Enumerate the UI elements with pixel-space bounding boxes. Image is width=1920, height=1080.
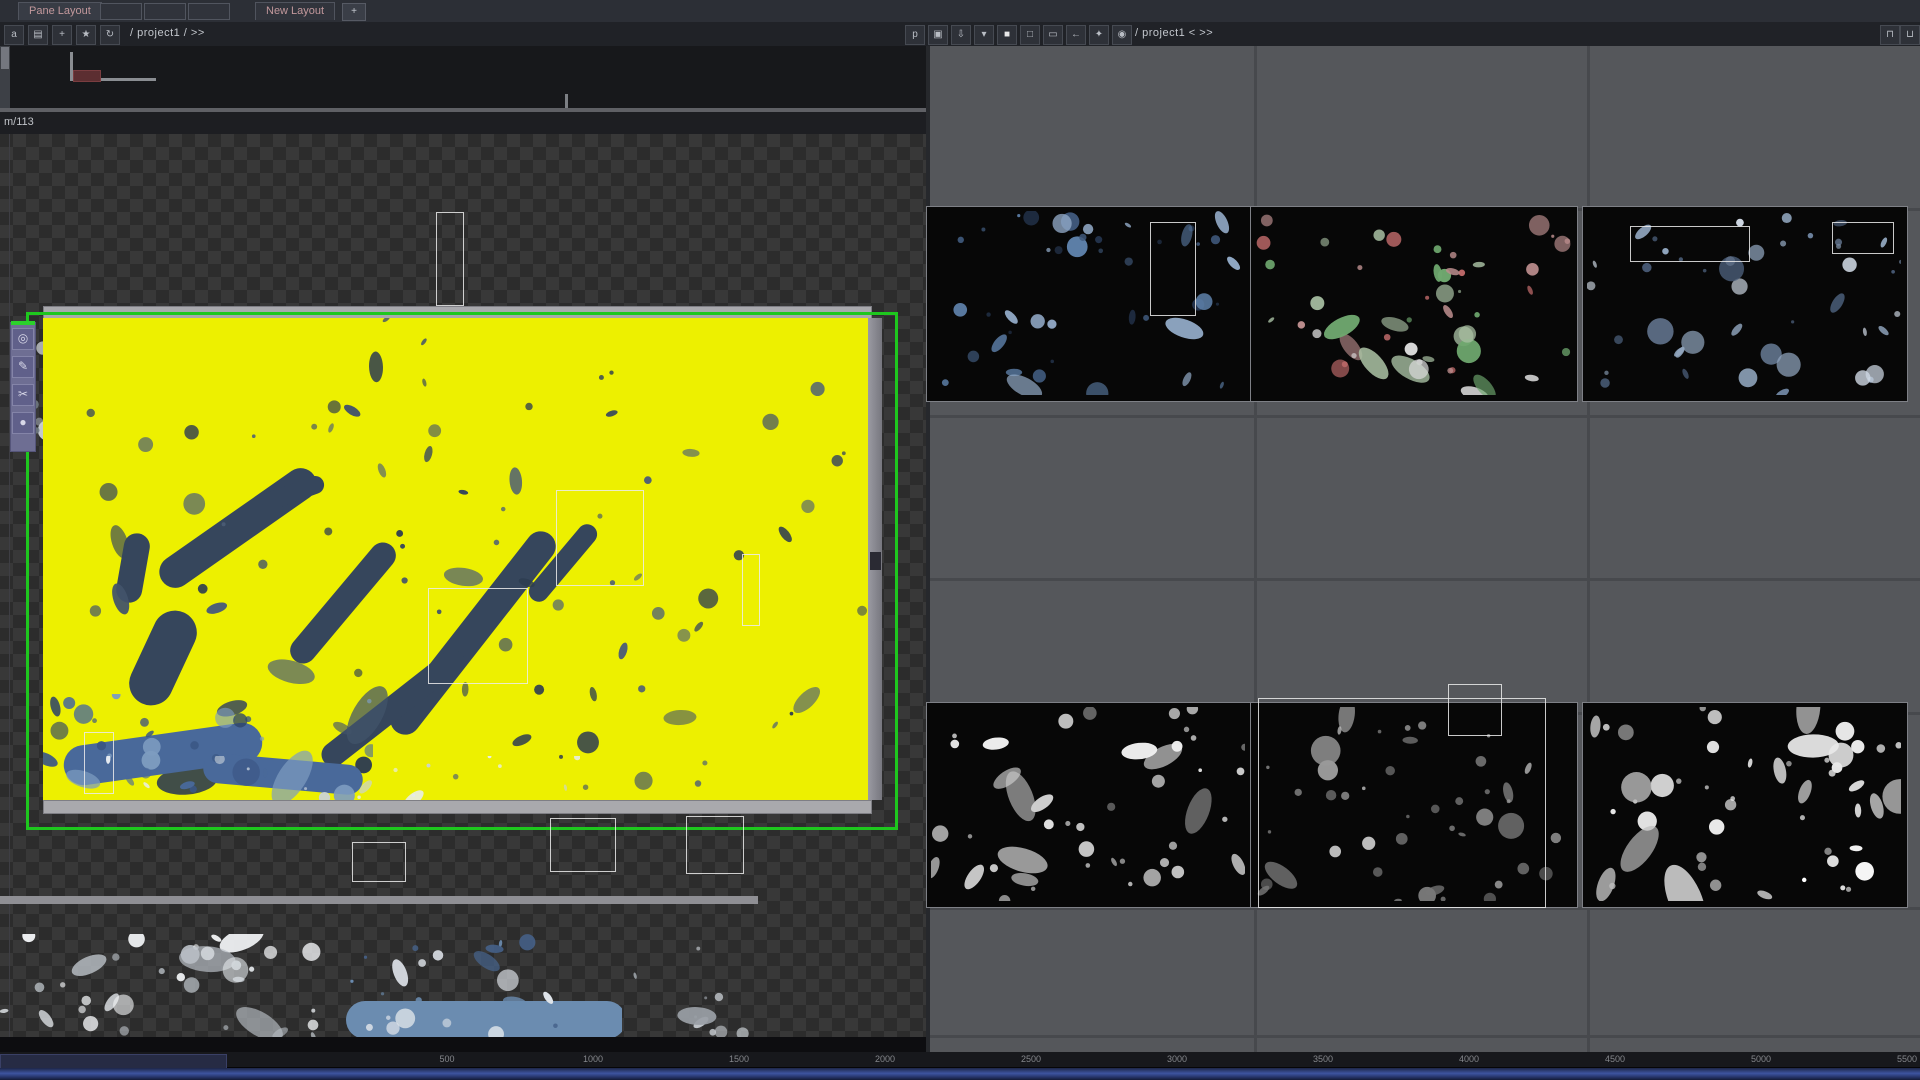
add-node-button[interactable]: + <box>52 25 72 45</box>
node-thumb-blue[interactable] <box>926 206 1252 402</box>
node-thumb-multicolor[interactable] <box>1250 206 1578 402</box>
timeline-tick-label: 1500 <box>729 1054 749 1064</box>
layout-tab-bar: Pane Layout New Layout + <box>0 0 1920 23</box>
favorite-button[interactable]: ★ <box>76 25 96 45</box>
node-graph-path-right[interactable]: / project1 < >> <box>1135 27 1213 39</box>
record-button[interactable]: ◉ <box>1112 25 1132 45</box>
proxy-button[interactable]: p <box>905 25 925 45</box>
layout-grid-button[interactable]: ▤ <box>28 25 48 45</box>
viewer-bottom-groove <box>0 1037 926 1052</box>
pointer-tool-button[interactable]: a <box>4 25 24 45</box>
viewer-pane: m/113 ◎ ✎ ✂ ● <box>0 46 926 1052</box>
tab-new-layout[interactable]: New Layout <box>255 2 335 20</box>
main-toolbar: a▤+★↻ / project1 / >> p▣⇩▾■□▭←✦◉ / proje… <box>0 22 1920 47</box>
timeline-tick-label: 5000 <box>1751 1054 1771 1064</box>
timeline-scrollbar[interactable] <box>0 1068 1920 1080</box>
node-thumb-matte-2[interactable] <box>1250 702 1578 908</box>
compositing-app-window: Pane Layout New Layout + a▤+★↻ / project… <box>0 0 1920 1080</box>
viewer-wireframe-overlays <box>0 134 926 1052</box>
empty-layout-tab[interactable] <box>100 3 142 20</box>
viewer-info-strip: m/113 <box>0 112 926 134</box>
grid-line <box>930 415 1920 418</box>
timeline-tick-label: 3000 <box>1167 1054 1187 1064</box>
wide-frame-button[interactable]: ▭ <box>1043 25 1063 45</box>
node-thumb-matte-3[interactable] <box>1582 702 1908 908</box>
splatter-art <box>1587 211 1901 395</box>
frame-node-button[interactable]: ▣ <box>928 25 948 45</box>
timeline-bar: 500 1000 1500 2000 2500 3000 3500 4000 4500 5000 5… <box>0 1052 1920 1080</box>
empty-layout-tab[interactable] <box>144 3 186 20</box>
roto-toolbar: ◎ ✎ ✂ ● <box>10 322 36 452</box>
timeline-tick-label: 5500 <box>1897 1054 1917 1064</box>
download-button[interactable]: ⇩ <box>951 25 971 45</box>
node-thumb-steel[interactable] <box>1582 206 1908 402</box>
star-tool-button[interactable]: ✦ <box>1089 25 1109 45</box>
timeline-ruler[interactable]: 500 1000 1500 2000 2500 3000 3500 4000 4500 5000 5… <box>0 1052 1920 1068</box>
brush-tool-icon[interactable]: ✎ <box>12 356 34 378</box>
viewer-canvas[interactable]: ◎ ✎ ✂ ● <box>0 134 926 1052</box>
select-tool-icon[interactable]: ◎ <box>12 328 34 350</box>
dropdown-button[interactable]: ▾ <box>974 25 994 45</box>
dock-bottom-button[interactable]: ⊔ <box>1900 25 1920 45</box>
tab-pane-layout[interactable]: Pane Layout <box>18 2 102 20</box>
dock-top-button[interactable]: ⊓ <box>1880 25 1900 45</box>
smear-tool-icon[interactable]: ● <box>12 412 34 434</box>
divider-notch <box>565 94 568 108</box>
timeline-tick-label: 4500 <box>1605 1054 1625 1064</box>
curve-editor-panel <box>10 46 926 108</box>
timeline-tick-label: 1000 <box>583 1054 603 1064</box>
add-layout-button[interactable]: + <box>342 3 366 21</box>
splatter-art <box>931 211 1245 395</box>
splatter-art <box>1255 211 1571 395</box>
roto-toolbar-green-edge <box>11 321 35 325</box>
panel-scrollbar-handle[interactable] <box>1 47 9 69</box>
back-button[interactable]: ← <box>1066 25 1086 45</box>
empty-frame-button[interactable]: □ <box>1020 25 1040 45</box>
timeline-cache-block[interactable] <box>0 1054 227 1069</box>
panel-scrollbar[interactable] <box>0 46 10 112</box>
timeline-tick-label: 500 <box>439 1054 454 1064</box>
node-thumb-matte-1[interactable] <box>926 702 1252 908</box>
timeline-tick-label: 4000 <box>1459 1054 1479 1064</box>
timeline-tick-label: 3500 <box>1313 1054 1333 1064</box>
splatter-art <box>931 707 1245 901</box>
stop-render-button[interactable]: ■ <box>997 25 1017 45</box>
splatter-art <box>1255 707 1571 901</box>
clone-tool-icon[interactable]: ✂ <box>12 384 34 406</box>
node-graph-path-left[interactable]: / project1 / >> <box>130 27 205 39</box>
grid-line <box>930 578 1920 581</box>
splatter-art <box>1587 707 1901 901</box>
empty-layout-tab[interactable] <box>188 3 230 20</box>
timeline-tick-label: 2000 <box>875 1054 895 1064</box>
frame-info-label: m/113 <box>4 116 34 128</box>
refresh-button[interactable]: ↻ <box>100 25 120 45</box>
timeline-tick-label: 2500 <box>1021 1054 1041 1064</box>
grid-line <box>930 1035 1920 1038</box>
selected-node-marker[interactable] <box>73 70 101 82</box>
